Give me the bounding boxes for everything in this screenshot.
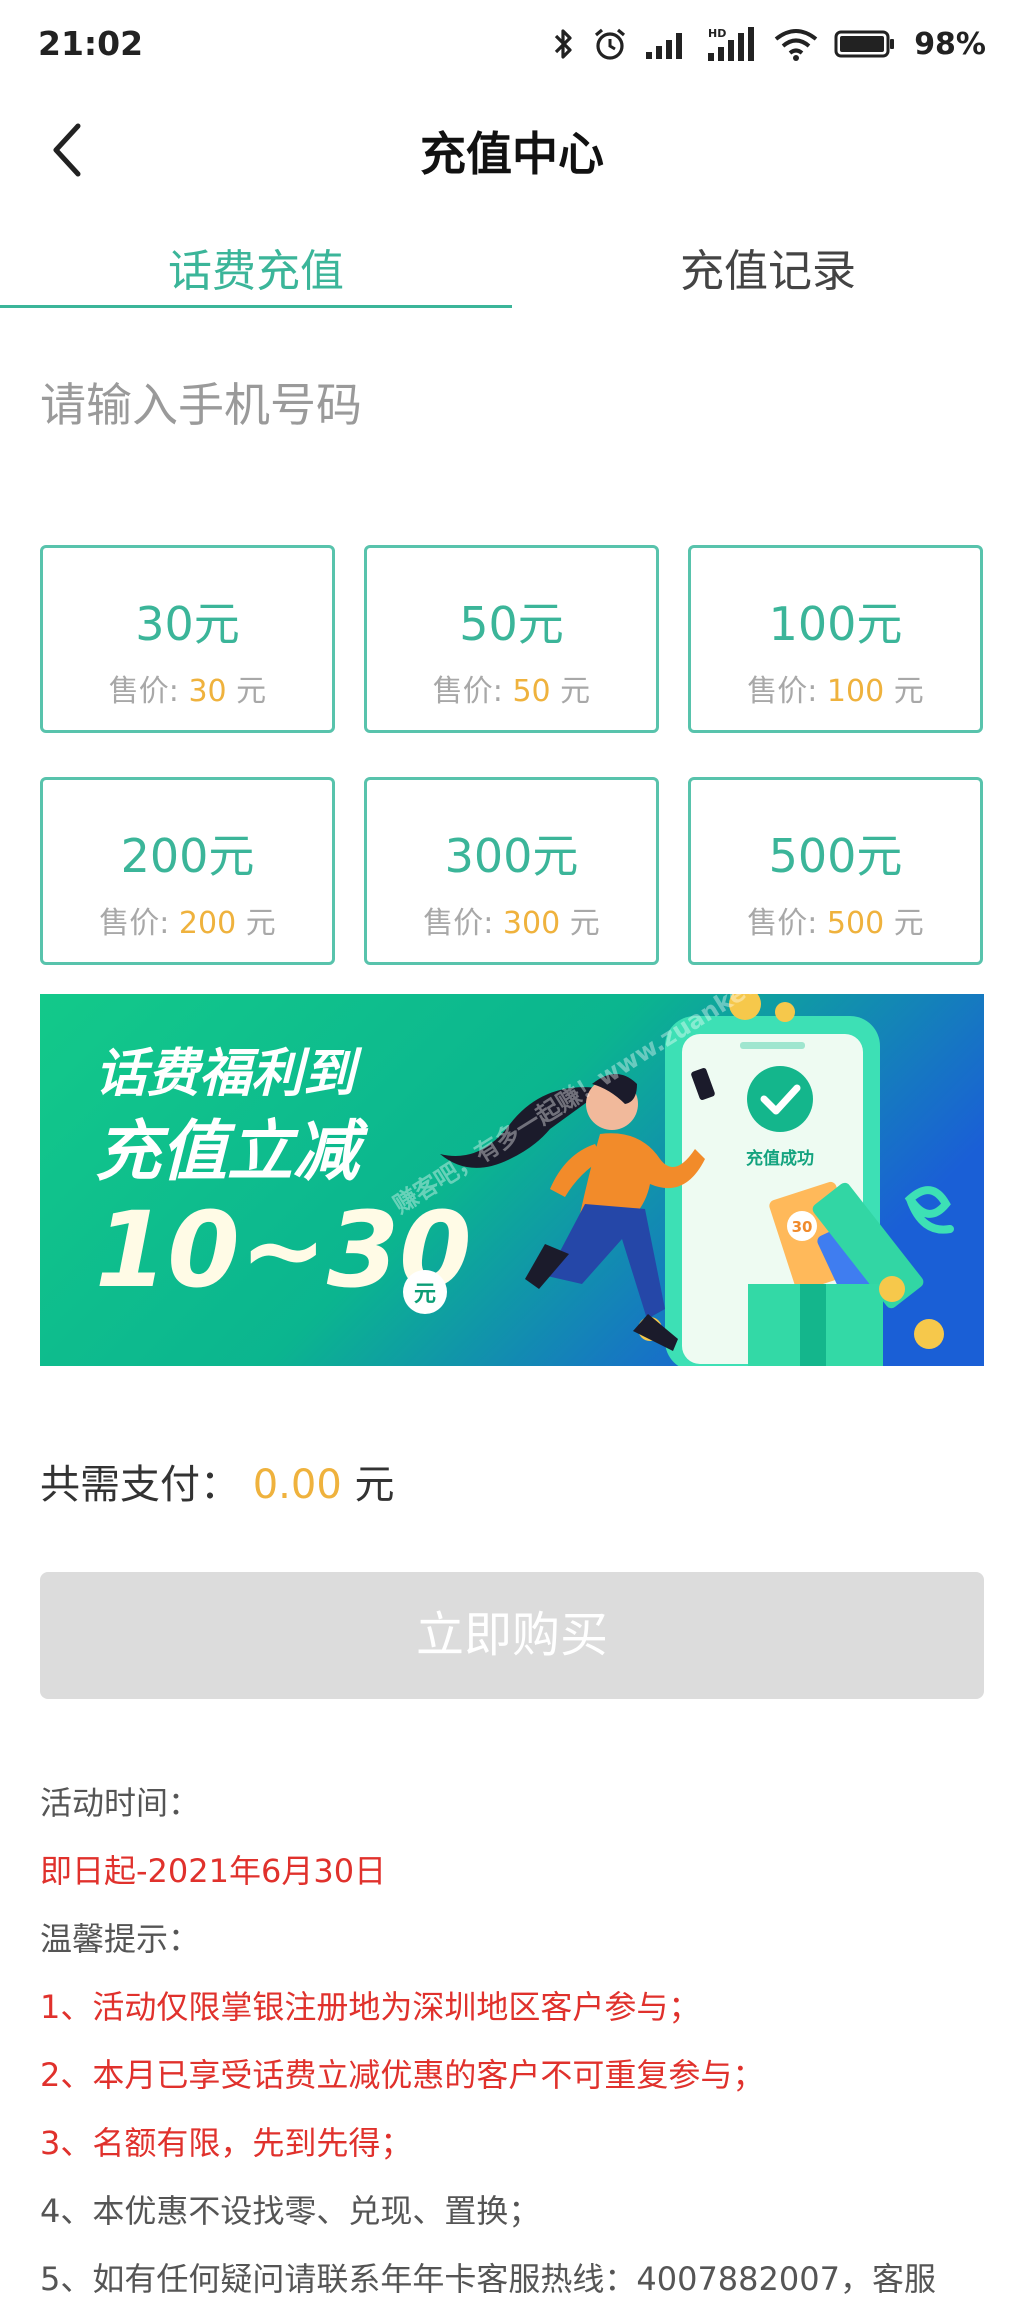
promo-banner[interactable]: 话费福利到 充值立减 10~30 元 充值成功 30 [40,994,984,1366]
tab-recharge-records[interactable]: 充值记录 [512,235,1024,299]
option-amount: 100元 [768,597,903,651]
hd-signal-icon: HD [706,26,758,62]
alarm-icon [592,26,628,62]
coin-icon [879,1276,905,1302]
banner-success-text: 充值成功 [746,1148,814,1169]
recharge-option-300[interactable]: 300元 售价: 300 元 [364,777,659,965]
recharge-option-500[interactable]: 500元 售价: 500 元 [688,777,983,965]
tip-2: 2、本月已享受话费立减优惠的客户不可重复参与； [40,2056,765,2094]
tab-phone-recharge[interactable]: 话费充值 [0,235,512,299]
option-amount: 500元 [768,829,903,883]
option-price: 售价: 50 元 [432,674,591,709]
banner-line1: 话费福利到 [95,1044,363,1104]
banner-unit: 元 [414,1282,436,1307]
total-amount: 0.00 [252,1462,342,1508]
total-unit: 元 [354,1462,395,1508]
status-bar: 21:02 HD 98% [0,0,1024,90]
battery-icon [834,29,896,59]
option-amount: 200元 [120,829,255,883]
status-time: 21:02 [38,24,144,63]
buy-now-button[interactable]: 立即购买 [40,1572,984,1699]
total-label: 共需支付： [40,1462,240,1508]
option-price: 售价: 30 元 [108,674,267,709]
banner-line2: 充值立减 [95,1113,369,1190]
tip-1: 1、活动仅限掌银注册地为深圳地区客户参与； [40,1988,701,2026]
activity-time-label: 活动时间： [40,1784,201,1822]
option-price: 售价: 200 元 [99,906,276,941]
recharge-option-50[interactable]: 50元 售价: 50 元 [364,545,659,733]
tip-5: 5、如有任何疑问请联系年年卡客服热线：4007882007，客服 [40,2260,936,2298]
wifi-icon [774,27,818,61]
option-amount: 50元 [459,597,564,651]
recharge-option-100[interactable]: 100元 售价: 100 元 [688,545,983,733]
status-icons: HD 98% [552,22,986,66]
bluetooth-icon [552,26,576,62]
option-price: 售价: 500 元 [747,906,924,941]
page-title: 充值中心 [420,127,604,181]
activity-time-value: 即日起-2021年6月30日 [40,1852,387,1890]
recharge-option-30[interactable]: 30元 售价: 30 元 [40,545,335,733]
option-price: 售价: 100 元 [747,674,924,709]
cell-signal-icon [644,28,690,60]
battery-percent: 98% [914,26,986,62]
tips-label: 温馨提示： [40,1920,201,1958]
option-amount: 30元 [135,597,240,651]
option-price: 售价: 300 元 [423,906,600,941]
tip-3: 3、名额有限，先到先得； [40,2124,413,2162]
recharge-option-200[interactable]: 200元 售价: 200 元 [40,777,335,965]
phone-number-input[interactable] [40,370,984,440]
svg-text:HD: HD [708,27,726,40]
coin-icon [914,1319,944,1349]
active-tab-indicator [0,305,512,308]
coin-icon [775,1002,795,1022]
option-amount: 300元 [444,829,579,883]
banner-coupon-value: 30 [792,1218,813,1236]
tip-4: 4、本优惠不设找零、兑现、置换； [40,2192,541,2230]
total-payment: 共需支付： 0.00 元 [40,1452,395,1510]
